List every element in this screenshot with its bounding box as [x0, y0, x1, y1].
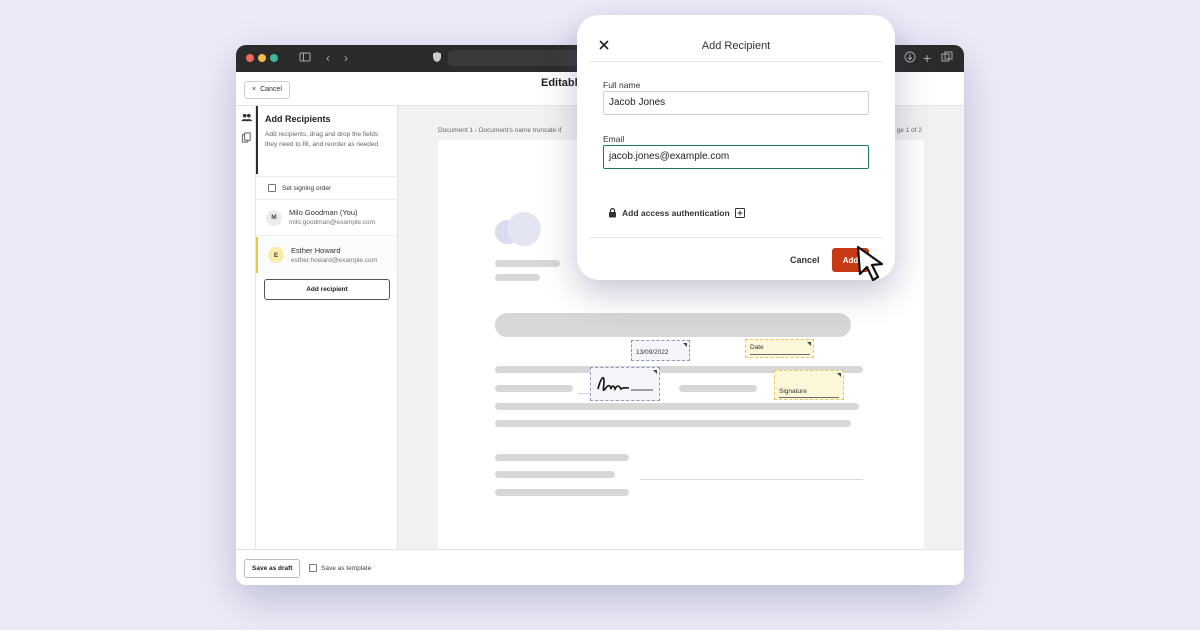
access-authentication-label: Add access authentication [622, 207, 730, 218]
signature-placeholder-label: Signature [779, 388, 807, 395]
field-underline [779, 397, 839, 398]
placeholder-line [495, 489, 629, 496]
download-icon[interactable] [904, 51, 916, 63]
date-field[interactable]: 13/09/2022 [631, 340, 690, 361]
fullname-label: Full name [603, 80, 641, 90]
add-recipient-button[interactable]: Add recipient [264, 279, 390, 300]
field-underline [750, 354, 810, 355]
sidebar-toggle-icon[interactable] [299, 51, 311, 63]
minimize-window-dot[interactable] [258, 54, 266, 62]
page-count: ge 1 of 2 [896, 127, 922, 134]
recipients-panel: Add Recipients Add recipients, drag and … [256, 106, 398, 549]
placeholder-line [495, 420, 851, 427]
corner-marker-icon [837, 373, 841, 377]
date-field-value: 13/09/2022 [636, 349, 669, 356]
tabs-overview-icon[interactable] [941, 51, 953, 63]
avatar: E [268, 247, 284, 263]
address-bar[interactable] [448, 50, 588, 66]
fullname-field[interactable]: Jacob Jones [603, 91, 869, 115]
plus-box-icon[interactable] [734, 207, 745, 218]
recipients-icon[interactable] [241, 112, 252, 123]
recipient-name: Esther Howard [291, 245, 341, 255]
signing-order-checkbox[interactable] [268, 184, 276, 192]
logo-placeholder-icon [495, 212, 541, 246]
recipient-item[interactable]: M Milo Goodman (You) milo.goodman@exampl… [256, 200, 397, 236]
save-draft-button[interactable]: Save as draft [244, 559, 301, 578]
email-field[interactable]: jacob.jones@example.com [603, 145, 869, 169]
date-placeholder-field[interactable]: Date [745, 339, 814, 358]
forward-icon[interactable]: › [344, 51, 348, 65]
signing-order-row[interactable]: Set signing order [256, 176, 397, 200]
signature-field[interactable] [590, 367, 660, 401]
cancel-button-label: Cancel [260, 86, 282, 93]
add-recipient-modal: Add Recipient Full name Jacob Jones Emai… [577, 15, 895, 280]
close-icon: × [252, 86, 257, 93]
modal-divider [590, 61, 882, 62]
recipient-name: Milo Goodman (You) [289, 208, 358, 217]
back-icon[interactable]: ‹ [326, 51, 330, 65]
placeholder-heading [495, 313, 851, 337]
mouse-pointer-icon [856, 245, 884, 282]
shield-icon [432, 51, 442, 63]
date-placeholder-label: Date [750, 344, 764, 351]
new-tab-icon[interactable]: + [923, 51, 931, 65]
save-template-row[interactable]: Save as template [309, 564, 371, 572]
email-label: Email [603, 134, 625, 144]
page-title: Editabl [541, 77, 578, 89]
corner-marker-icon [653, 370, 657, 374]
signature-placeholder-field[interactable]: Signature [774, 370, 844, 400]
signing-order-label: Set signing order [282, 184, 332, 192]
placeholder-line [495, 274, 540, 281]
corner-marker-icon [683, 343, 687, 347]
modal-cancel-button[interactable]: Cancel [790, 255, 820, 265]
panel-header: Add Recipients Add recipients, drag and … [256, 106, 397, 174]
lock-icon [609, 208, 616, 218]
avatar: M [266, 209, 282, 226]
placeholder-line [495, 385, 573, 392]
placeholder-line [495, 260, 560, 267]
recipient-email: esther.howard@example.com [291, 256, 378, 264]
corner-marker-icon [807, 342, 811, 346]
recipient-item[interactable]: E Esther Howard esther.howard@example.co… [256, 237, 397, 273]
recipient-email: milo.goodman@example.com [289, 219, 376, 226]
panel-description: Add recipients, drag and drop the fields… [265, 131, 379, 148]
placeholder-line [679, 385, 757, 392]
documents-icon[interactable] [241, 132, 252, 143]
footer-bar: Save as draft Save as template [236, 549, 964, 585]
modal-content: Add Recipient Full name Jacob Jones Emai… [590, 28, 882, 272]
tool-rail [236, 106, 256, 549]
placeholder-line [495, 454, 629, 461]
modal-divider [590, 237, 882, 238]
close-window-dot[interactable] [246, 54, 254, 62]
placeholder-line [495, 471, 615, 478]
placeholder-line [495, 403, 859, 410]
signature-scribble-icon [597, 376, 653, 392]
cancel-button[interactable]: × Cancel [244, 81, 290, 99]
panel-title: Add Recipients [265, 114, 331, 124]
modal-title: Add Recipient [701, 40, 771, 52]
placeholder-rule [640, 479, 863, 480]
document-label: Document 1 - Document's name truncate if [438, 127, 562, 134]
zoom-window-dot[interactable] [270, 54, 278, 62]
access-authentication-row[interactable]: Add access authentication [608, 207, 745, 218]
save-template-checkbox[interactable] [309, 564, 317, 572]
save-template-label: Save as template [321, 564, 372, 572]
